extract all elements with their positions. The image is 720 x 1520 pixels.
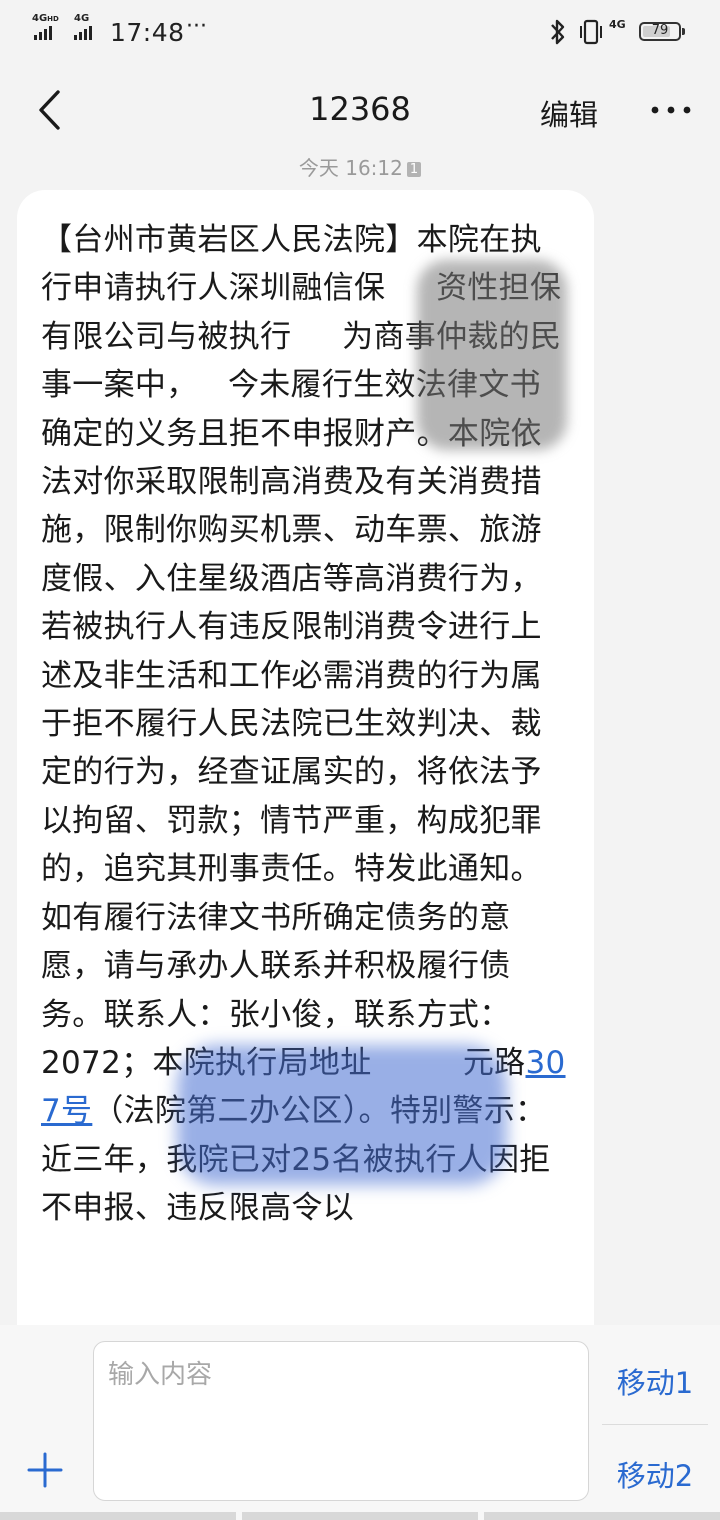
network-type-label-right: 4G bbox=[609, 18, 626, 31]
sim-badge: 1 bbox=[406, 162, 422, 177]
redaction-blur-2 bbox=[177, 1045, 507, 1185]
compose-bar: 移动1 移动2 bbox=[0, 1325, 720, 1520]
page-title: 12368 bbox=[309, 90, 411, 128]
battery-level: 79 bbox=[651, 23, 669, 38]
battery-icon: 79 bbox=[639, 22, 685, 41]
vibrate-icon bbox=[580, 19, 602, 45]
more-icon bbox=[651, 106, 691, 114]
message-bubble[interactable]: 【台州市黄岩区人民法院】本院在执行申请执行人深圳融信保 资性担保有限公司与被执行… bbox=[17, 190, 594, 1390]
add-attachment-button[interactable] bbox=[20, 1445, 70, 1495]
message-timestamp: 今天 16:12 1 bbox=[0, 152, 720, 181]
send-sim1-button[interactable]: 移动1 bbox=[600, 1360, 710, 1402]
network-type-label-2: 4G bbox=[74, 13, 90, 24]
signal-icon-2 bbox=[74, 26, 92, 40]
status-bar: 4GHD 4G 17:48 ··· 4G 79 bbox=[0, 0, 720, 62]
timestamp-text: 今天 16:12 bbox=[298, 156, 403, 180]
redaction-blur bbox=[417, 260, 567, 450]
bluetooth-icon bbox=[551, 19, 565, 45]
more-button[interactable] bbox=[644, 88, 698, 132]
message-input[interactable] bbox=[93, 1341, 589, 1501]
network-type-label: 4GHD bbox=[32, 13, 59, 24]
notification-more-icon: ··· bbox=[186, 14, 207, 39]
clock: 17:48 bbox=[110, 18, 185, 47]
edit-button[interactable]: 编辑 bbox=[540, 92, 598, 134]
nav-bar: 12368 编辑 bbox=[0, 62, 720, 158]
back-button[interactable] bbox=[30, 84, 74, 136]
bottom-strip bbox=[0, 1512, 720, 1520]
signal-icon bbox=[34, 26, 52, 40]
divider bbox=[602, 1424, 708, 1425]
back-arrow-icon bbox=[39, 90, 60, 130]
send-sim2-button[interactable]: 移动2 bbox=[600, 1453, 710, 1495]
plus-icon bbox=[27, 1452, 63, 1488]
